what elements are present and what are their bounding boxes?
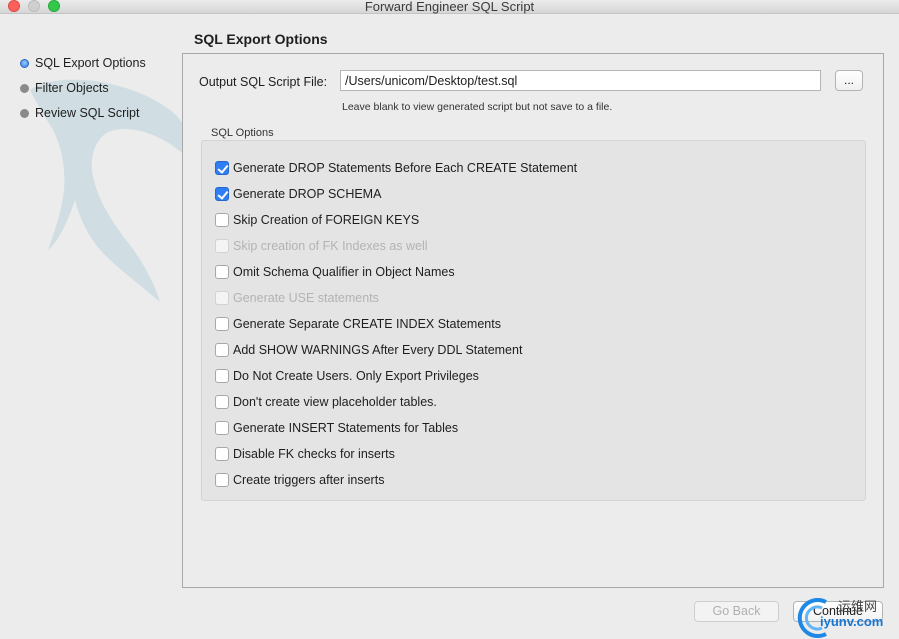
sidebar-item-filter-objects[interactable]: Filter Objects — [20, 81, 109, 95]
step-current-indicator-icon — [20, 58, 29, 68]
checkbox[interactable] — [215, 369, 229, 383]
option-row[interactable]: Don't create view placeholder tables. — [215, 395, 437, 409]
title-bar: Forward Engineer SQL Script — [0, 0, 899, 14]
option-label: Generate Separate CREATE INDEX Statement… — [233, 317, 501, 331]
option-label: Add SHOW WARNINGS After Every DDL Statem… — [233, 343, 523, 357]
option-row[interactable]: Create triggers after inserts — [215, 473, 384, 487]
option-row[interactable]: Generate DROP Statements Before Each CRE… — [215, 161, 577, 175]
option-row[interactable]: Generate DROP SCHEMA — [215, 187, 381, 201]
sidebar-item-label: Filter Objects — [35, 81, 109, 95]
checkbox[interactable] — [215, 421, 229, 435]
checkbox-checked[interactable] — [215, 187, 229, 201]
sidebar-item-sql-export-options[interactable]: SQL Export Options — [20, 56, 146, 70]
checkbox[interactable] — [215, 447, 229, 461]
checkbox[interactable] — [215, 343, 229, 357]
checkbox[interactable] — [215, 317, 229, 331]
option-row[interactable]: Do Not Create Users. Only Export Privile… — [215, 369, 479, 383]
option-row[interactable]: Disable FK checks for inserts — [215, 447, 395, 461]
sql-options-section-label: SQL Options — [211, 127, 274, 139]
option-row[interactable]: Add SHOW WARNINGS After Every DDL Statem… — [215, 343, 522, 357]
go-back-button[interactable]: Go Back — [694, 601, 779, 622]
option-label: Generate DROP SCHEMA — [233, 187, 382, 201]
checkbox-checked[interactable] — [215, 161, 229, 175]
output-file-input[interactable] — [340, 70, 821, 91]
option-label: Disable FK checks for inserts — [233, 447, 395, 461]
watermark-text-url: iyunv.com — [820, 614, 884, 629]
checkbox[interactable] — [215, 395, 229, 409]
step-pending-indicator-icon — [20, 108, 29, 118]
checkbox[interactable] — [215, 265, 229, 279]
option-row[interactable]: Skip Creation of FOREIGN KEYS — [215, 213, 419, 227]
option-label: Do Not Create Users. Only Export Privile… — [233, 369, 479, 383]
option-label: Generate DROP Statements Before Each CRE… — [233, 161, 578, 175]
page-title: SQL Export Options — [194, 31, 328, 47]
checkbox[interactable] — [215, 473, 229, 487]
sidebar-item-label: Review SQL Script — [35, 106, 140, 120]
checkbox[interactable] — [215, 213, 229, 227]
output-file-hint: Leave blank to view generated script but… — [342, 101, 613, 113]
checkbox — [215, 239, 229, 253]
option-label: Generate INSERT Statements for Tables — [233, 421, 459, 435]
option-row: Skip creation of FK Indexes as well — [215, 239, 428, 253]
window-title: Forward Engineer SQL Script — [364, 0, 535, 14]
watermark-text-cn: 运维网 — [838, 599, 878, 614]
option-label: Skip creation of FK Indexes as well — [233, 239, 428, 253]
option-label: Skip Creation of FOREIGN KEYS — [233, 213, 420, 227]
option-row[interactable]: Omit Schema Qualifier in Object Names — [215, 265, 455, 279]
option-label: Generate USE statements — [233, 291, 379, 305]
checkbox — [215, 291, 229, 305]
output-file-label: Output SQL Script File: — [199, 75, 328, 89]
option-row[interactable]: Generate INSERT Statements for Tables — [215, 421, 458, 435]
option-row: Generate USE statements — [215, 291, 379, 305]
sidebar-item-label: SQL Export Options — [35, 56, 146, 70]
option-label: Don't create view placeholder tables. — [233, 395, 437, 409]
option-label: Omit Schema Qualifier in Object Names — [233, 265, 455, 279]
sidebar-item-review-sql-script[interactable]: Review SQL Script — [20, 106, 139, 120]
option-label: Create triggers after inserts — [233, 473, 385, 487]
option-row[interactable]: Generate Separate CREATE INDEX Statement… — [215, 317, 501, 331]
step-pending-indicator-icon — [20, 83, 29, 93]
browse-file-button[interactable]: ... — [835, 70, 863, 91]
